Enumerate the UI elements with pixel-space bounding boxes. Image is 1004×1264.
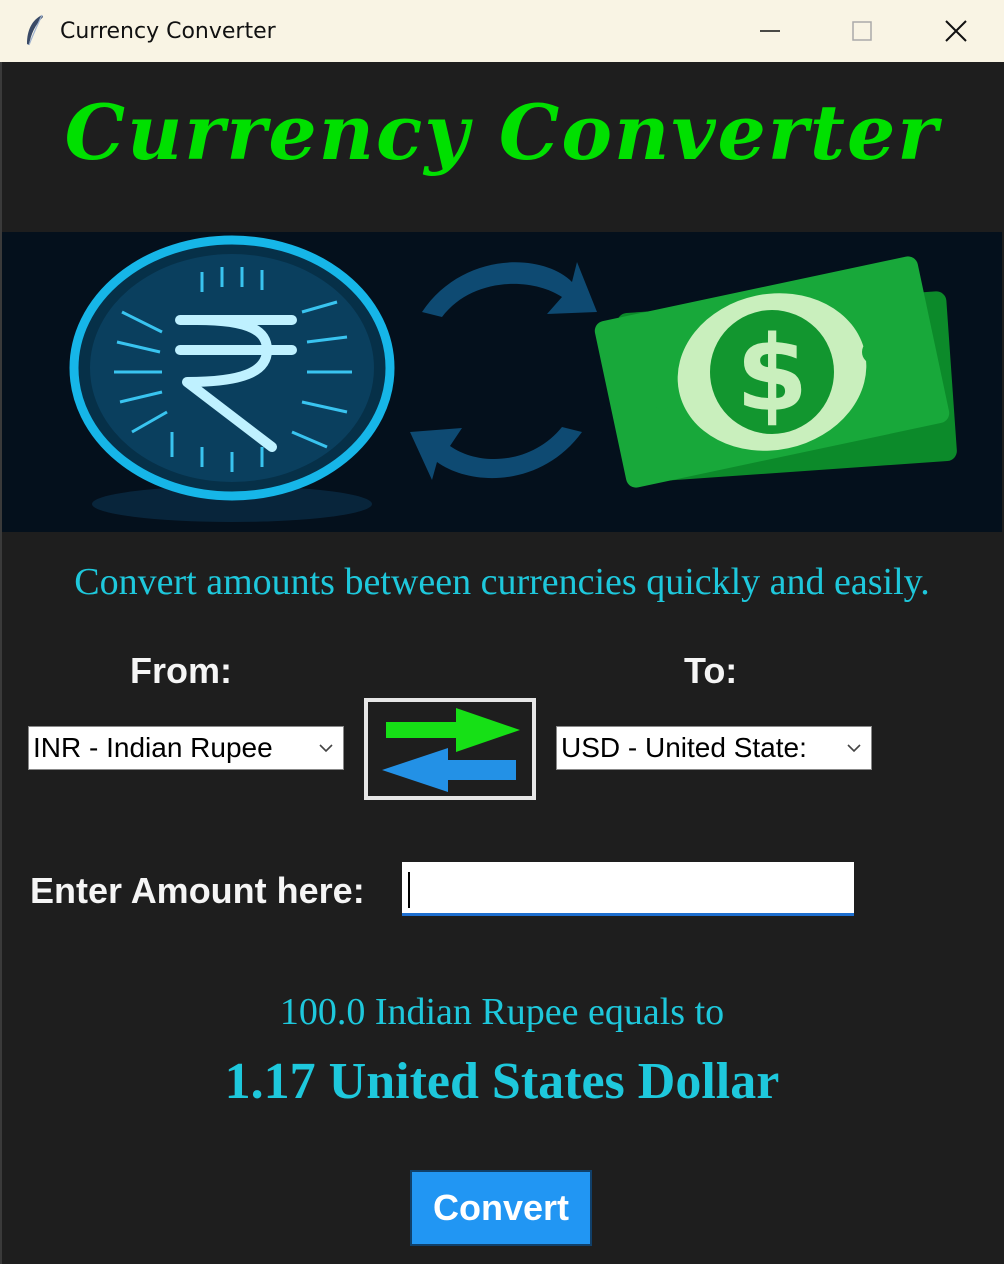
amount-input[interactable] [402, 862, 854, 916]
close-icon [945, 20, 967, 42]
window-title: Currency Converter [60, 19, 276, 44]
to-currency-select[interactable]: USD - United State: [556, 726, 872, 770]
result-source-text: 100.0 Indian Rupee equals to [279, 991, 725, 1033]
feather-icon [27, 14, 43, 46]
from-label: From: [130, 650, 232, 691]
exchange-arrows-icon [410, 262, 597, 480]
dollar-bills-icon: $ [594, 256, 957, 488]
from-currency-value: INR - Indian Rupee [33, 732, 273, 763]
window-titlebar: Currency Converter [0, 0, 1004, 62]
to-label: To: [684, 650, 738, 691]
swap-currencies-button[interactable] [364, 698, 536, 800]
subtitle: Convert amounts between currencies quick… [74, 561, 930, 603]
maximize-button[interactable] [816, 0, 908, 62]
banner-image: $ [2, 232, 1002, 532]
swap-arrows-icon [382, 708, 520, 792]
maximize-icon [852, 21, 872, 41]
chevron-down-icon [319, 744, 333, 753]
rupee-coin-icon [69, 235, 395, 501]
app-title: Currency Converter [64, 88, 940, 177]
text-caret [408, 872, 410, 908]
svg-text:$: $ [736, 313, 808, 435]
minimize-button[interactable] [724, 0, 816, 62]
chevron-down-icon [847, 744, 861, 753]
to-currency-value: USD - United State: [561, 732, 807, 763]
result-converted-text: 1.17 United States Dollar [224, 1053, 780, 1110]
convert-button[interactable]: Convert [410, 1170, 592, 1246]
minimize-icon [760, 30, 780, 32]
from-currency-select[interactable]: INR - Indian Rupee [28, 726, 344, 770]
amount-label: Enter Amount here: [30, 870, 365, 911]
close-button[interactable] [910, 0, 1002, 62]
